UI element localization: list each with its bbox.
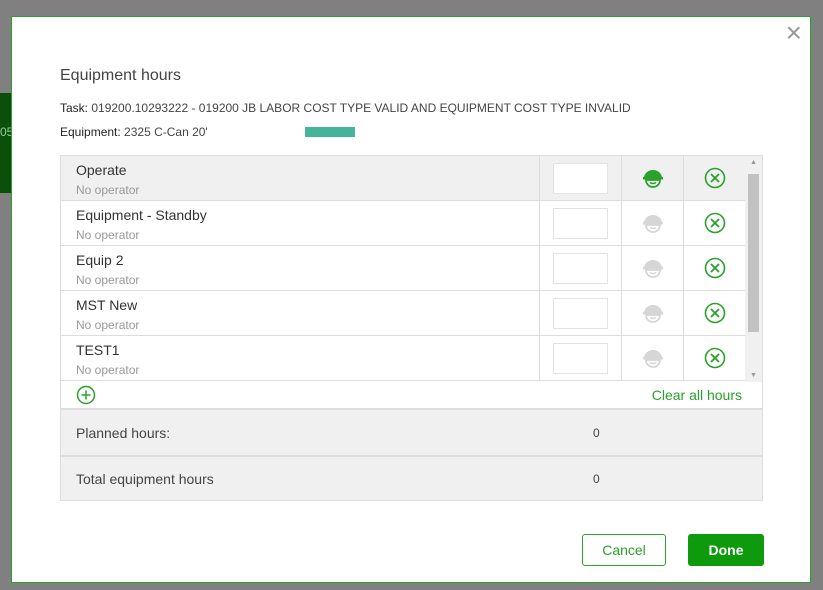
status-indicator (305, 127, 355, 137)
add-row: Clear all hours (61, 382, 762, 410)
operator-cell (622, 291, 684, 335)
cost-type-cell: MST New No operator (61, 291, 540, 335)
operator-cell (622, 246, 684, 290)
hours-input[interactable] (553, 162, 608, 194)
operator-cell (622, 336, 684, 380)
hours-cell (540, 246, 622, 290)
operator-cell (622, 201, 684, 245)
background-panel (0, 93, 11, 193)
cancel-button[interactable]: Cancel (582, 534, 666, 566)
remove-icon[interactable] (704, 212, 726, 234)
cost-type-cell: Equip 2 No operator (61, 246, 540, 290)
cost-type-name: Equipment - Standby (76, 207, 207, 223)
hours-input[interactable] (553, 207, 608, 239)
cost-type-name: MST New (76, 297, 138, 313)
task-value: 019200.10293222 - 019200 JB LABOR COST T… (91, 101, 631, 115)
delete-cell (684, 201, 746, 245)
add-icon[interactable] (76, 385, 96, 405)
planned-hours-label: Planned hours: (76, 424, 171, 441)
hours-input[interactable] (553, 252, 608, 284)
scrollbar-thumb[interactable] (748, 174, 759, 332)
scroll-down-icon[interactable]: ▼ (750, 372, 757, 379)
cost-type-cell: Equipment - Standby No operator (61, 201, 540, 245)
operator-hardhat-icon[interactable] (642, 347, 664, 369)
cost-type-cell: TEST1 No operator (61, 336, 540, 380)
cost-type-table: Operate No operator Equipment - Standby No… (60, 155, 763, 501)
table-row: TEST1 No operator (61, 336, 747, 381)
scroll-up-icon[interactable]: ▲ (750, 159, 757, 166)
close-icon[interactable]: × (786, 19, 802, 47)
hours-input[interactable] (553, 297, 608, 329)
planned-hours-value: 0 (593, 425, 600, 440)
total-hours-row: Total equipment hours 0 (61, 455, 762, 500)
operator-cell (622, 156, 684, 200)
equipment-info: Equipment: 2325 C-Can 20' (60, 125, 208, 139)
delete-cell (684, 246, 746, 290)
equipment-hours-dialog: × Equipment hours Task: 019200.10293222 … (11, 16, 811, 583)
clear-all-hours-link[interactable]: Clear all hours (652, 387, 742, 403)
delete-cell (684, 156, 746, 200)
operator-name: No operator (76, 318, 140, 332)
hours-cell (540, 291, 622, 335)
table-row: Operate No operator (61, 156, 747, 201)
cost-type-name: Equip 2 (76, 252, 124, 268)
rows-container: Operate No operator Equipment - Standby No… (61, 156, 762, 382)
hours-input[interactable] (553, 342, 608, 374)
remove-icon[interactable] (704, 167, 726, 189)
hours-cell (540, 336, 622, 380)
table-row: Equipment - Standby No operator (61, 201, 747, 246)
operator-hardhat-icon[interactable] (642, 212, 664, 234)
table-row: MST New No operator (61, 291, 747, 336)
task-info: Task: 019200.10293222 - 019200 JB LABOR … (60, 101, 631, 115)
cost-type-cell: Operate No operator (61, 156, 540, 200)
cost-type-name: TEST1 (76, 342, 120, 358)
table-row: Equip 2 No operator (61, 246, 747, 291)
operator-name: No operator (76, 228, 140, 242)
total-hours-label: Total equipment hours (76, 470, 214, 487)
planned-hours-row: Planned hours: 0 (61, 410, 762, 455)
total-hours-value: 0 (593, 471, 600, 486)
cost-type-name: Operate (76, 162, 127, 178)
operator-name: No operator (76, 183, 140, 197)
operator-name: No operator (76, 363, 140, 377)
operator-hardhat-icon[interactable] (642, 257, 664, 279)
operator-hardhat-icon[interactable] (642, 302, 664, 324)
equipment-value: 2325 C-Can 20' (124, 125, 208, 139)
remove-icon[interactable] (704, 347, 726, 369)
remove-icon[interactable] (704, 257, 726, 279)
delete-cell (684, 291, 746, 335)
delete-cell (684, 336, 746, 380)
scrollbar[interactable]: ▲ ▼ (745, 156, 762, 382)
operator-name: No operator (76, 273, 140, 287)
operator-hardhat-icon[interactable] (642, 167, 664, 189)
task-label: Task: (60, 101, 89, 115)
hours-cell (540, 156, 622, 200)
dialog-title: Equipment hours (60, 67, 181, 84)
hours-cell (540, 201, 622, 245)
remove-icon[interactable] (704, 302, 726, 324)
equipment-label: Equipment: (60, 125, 121, 139)
done-button[interactable]: Done (688, 534, 764, 566)
